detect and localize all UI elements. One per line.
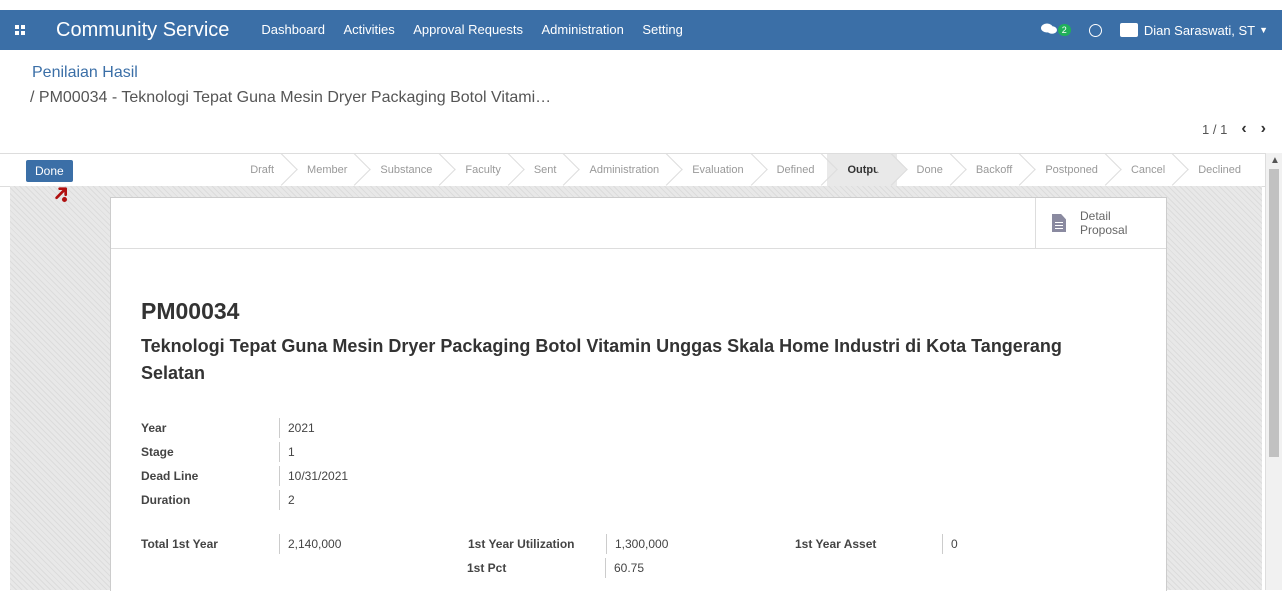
stage-pipeline: Draft Member Substance Faculty Sent Admi… xyxy=(246,154,1254,186)
chat-icon xyxy=(1040,23,1057,38)
record-reference: PM00034 xyxy=(141,298,240,324)
detail-proposal-label: Detail Proposal xyxy=(1080,209,1128,237)
field-value: 2 xyxy=(279,490,295,510)
field-label: Duration xyxy=(141,493,191,507)
asset-value: 0 xyxy=(942,534,958,554)
breadcrumb-current: / PM00034 - Teknologi Tepat Guna Mesin D… xyxy=(30,89,552,106)
breadcrumb-parent[interactable]: Penilaian Hasil xyxy=(32,64,138,81)
utilization-value: 1,300,000 xyxy=(606,534,795,554)
field-row: Stage 1 xyxy=(141,440,348,464)
nav-setting[interactable]: Setting xyxy=(642,22,682,37)
totals-section: Total 1st Year 2,140,000 1st Year Utiliz… xyxy=(141,532,958,580)
nav-administration[interactable]: Administration xyxy=(542,22,624,37)
pct-label: 1st Pct xyxy=(467,561,507,575)
top-navbar: Community Service Dashboard Activities A… xyxy=(0,10,1282,50)
pager-value[interactable]: 1 / 1 xyxy=(1202,122,1227,137)
field-row: Duration 2 xyxy=(141,488,348,512)
scrollbar[interactable]: ▲ xyxy=(1265,153,1282,590)
pager-next-button[interactable]: › xyxy=(1261,120,1266,138)
field-value: 1 xyxy=(279,442,295,462)
status-bar: Done Draft Member Substance Faculty Sent… xyxy=(0,153,1282,187)
pct-value: 60.75 xyxy=(605,558,794,578)
done-button[interactable]: Done xyxy=(26,160,73,182)
user-name: Dian Saraswati, ST xyxy=(1143,22,1256,38)
caret-down-icon: ▼ xyxy=(1259,25,1268,35)
scroll-up-icon[interactable]: ▲ xyxy=(1270,155,1280,166)
annotation-dot xyxy=(62,197,67,202)
stage-administration[interactable]: Administration xyxy=(569,154,672,186)
field-value: 10/31/2021 xyxy=(279,466,348,486)
activity-clock-icon[interactable] xyxy=(1088,23,1102,37)
field-row: Dead Line 10/31/2021 xyxy=(141,464,348,488)
utilization-label: 1st Year Utilization xyxy=(468,537,575,551)
stage-output[interactable]: Output xyxy=(827,154,897,186)
info-fields: Year 2021 Stage 1 Dead Line 10/31/2021 D… xyxy=(141,416,348,512)
field-label: Stage xyxy=(141,445,174,459)
button-box: Detail Proposal xyxy=(111,198,1166,249)
nav-dashboard[interactable]: Dashboard xyxy=(261,22,325,37)
nav-activities[interactable]: Activities xyxy=(343,22,394,37)
pager: 1 / 1 ‹ › xyxy=(1202,120,1266,138)
field-value: 2021 xyxy=(279,418,315,438)
main-nav: Dashboard Activities Approval Requests A… xyxy=(261,21,696,39)
field-row: Year 2021 xyxy=(141,416,348,440)
stage-substance[interactable]: Substance xyxy=(360,154,445,186)
total-1st-year-value: 2,140,000 xyxy=(279,534,468,554)
apps-menu-icon[interactable] xyxy=(0,10,40,50)
breadcrumb: Penilaian Hasil / PM00034 - Teknologi Te… xyxy=(30,64,552,107)
chat-count-badge: 2 xyxy=(1057,24,1071,36)
avatar xyxy=(1119,23,1138,37)
record-title: Teknologi Tepat Guna Mesin Dryer Packagi… xyxy=(141,336,1062,383)
stage-draft[interactable]: Draft xyxy=(246,154,287,186)
pager-previous-button[interactable]: ‹ xyxy=(1241,120,1246,138)
stage-declined[interactable]: Declined xyxy=(1178,154,1254,186)
totals-row: 1st Pct 60.75 xyxy=(141,556,958,580)
stage-faculty[interactable]: Faculty xyxy=(445,154,513,186)
stage-postponed[interactable]: Postponed xyxy=(1025,154,1111,186)
systray: 2 Dian Saraswati, ST ▼ xyxy=(1040,10,1268,50)
totals-row: Total 1st Year 2,140,000 1st Year Utiliz… xyxy=(141,532,958,556)
chat-button[interactable]: 2 xyxy=(1040,23,1071,38)
nav-approval-requests[interactable]: Approval Requests xyxy=(413,22,523,37)
field-label: Year xyxy=(141,421,167,435)
asset-label: 1st Year Asset xyxy=(795,537,877,551)
stage-evaluation[interactable]: Evaluation xyxy=(672,154,756,186)
app-title[interactable]: Community Service xyxy=(56,19,229,42)
scrollbar-thumb[interactable] xyxy=(1269,169,1279,457)
user-menu[interactable]: Dian Saraswati, ST ▼ xyxy=(1119,22,1268,38)
stage-member[interactable]: Member xyxy=(287,154,360,186)
detail-proposal-button[interactable]: Detail Proposal xyxy=(1035,198,1166,248)
document-icon xyxy=(1052,214,1066,232)
form-sheet: Detail Proposal PM00034 Teknologi Tepat … xyxy=(110,197,1167,591)
field-label: Dead Line xyxy=(141,469,199,483)
total-1st-year-label: Total 1st Year xyxy=(141,537,218,551)
